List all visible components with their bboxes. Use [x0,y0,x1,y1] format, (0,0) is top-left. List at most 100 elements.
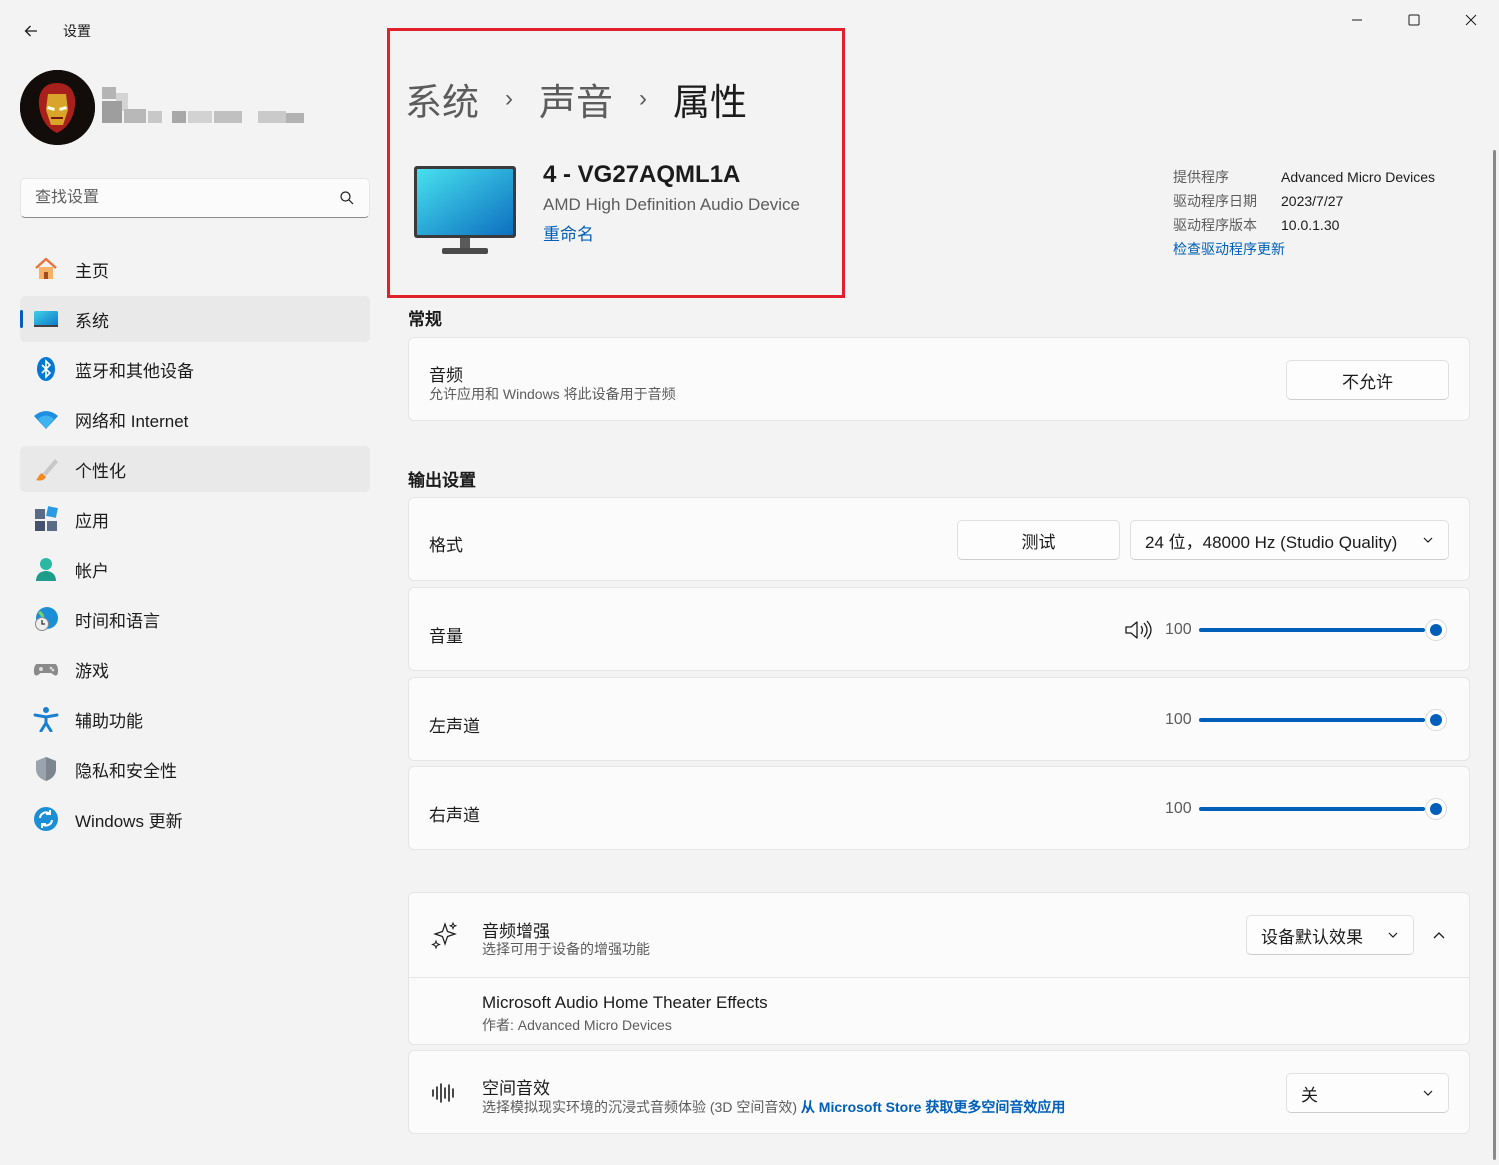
ms-store-spatial-link[interactable]: 从 Microsoft Store 获取更多空间音效应用 [801,1099,1065,1115]
enhance-dropdown-value: 设备默认效果 [1261,927,1363,947]
sidebar-item-label: 系统 [75,311,109,331]
sidebar-nav: 主页 系统 蓝牙和其他设备 网络和 Internet 个性化 应用 帐户 时间和… [20,246,370,846]
windows-update-icon [32,805,60,833]
speaker-icon[interactable] [1124,619,1152,641]
volume-value: 100 [1165,621,1192,638]
driver-provider-label: 提供程序 [1173,169,1229,185]
chevron-down-icon [1423,537,1433,543]
sidebar-item-label: 帐户 [75,561,109,581]
rename-link[interactable]: 重命名 [543,220,594,245]
disallow-button[interactable]: 不允许 [1286,360,1449,400]
format-dropdown-value: 24 位，48000 Hz (Studio Quality) [1145,532,1398,552]
chevron-up-icon[interactable] [1431,927,1447,943]
breadcrumb-sound[interactable]: 声音 [539,72,613,126]
sidebar-item-system[interactable]: 系统 [20,296,370,342]
enhance-dropdown[interactable]: 设备默认效果 [1246,915,1414,955]
sidebar-item-label: Windows 更新 [75,811,183,831]
slider-thumb[interactable] [1425,709,1447,731]
sidebar-item-label: 辅助功能 [75,711,143,731]
search-input[interactable] [35,189,339,207]
driver-date-label: 驱动程序日期 [1173,193,1257,209]
check-driver-update-link[interactable]: 检查驱动程序更新 [1173,239,1435,259]
sidebar-item-personalization[interactable]: 个性化 [20,446,370,492]
monitor-icon [414,166,516,254]
back-button[interactable] [14,14,48,48]
volume-label: 音量 [429,627,463,646]
chevron-down-icon [1423,1090,1433,1096]
sidebar-item-label: 个性化 [75,461,126,481]
accessibility-icon [32,705,60,733]
sidebar-item-label: 蓝牙和其他设备 [75,361,194,381]
slider-thumb[interactable] [1425,619,1447,641]
left-channel-slider[interactable] [1199,709,1449,731]
spatial-sound-subtitle: 选择模拟现实环境的沉浸式音频体验 (3D 空间音效) 从 Microsoft S… [482,1097,1065,1117]
gamepad-icon [32,655,60,683]
sidebar-item-apps[interactable]: 应用 [20,496,370,542]
sidebar-item-bluetooth[interactable]: 蓝牙和其他设备 [20,346,370,392]
volume-slider[interactable] [1199,619,1449,641]
section-general-title: 常规 [408,310,442,329]
system-display-icon [32,305,60,333]
close-button[interactable] [1442,0,1499,40]
breadcrumb: 系统 › 声音 › 属性 [405,72,747,126]
audio-enhance-card: 音频增强 选择可用于设备的增强功能 设备默认效果 Microsoft Audio… [408,892,1470,1045]
minimize-button[interactable] [1328,0,1385,40]
effect-name: Microsoft Audio Home Theater Effects [482,993,768,1012]
left-channel-label: 左声道 [429,717,480,736]
sidebar-item-privacy[interactable]: 隐私和安全性 [20,746,370,792]
sidebar-item-label: 隐私和安全性 [75,761,177,781]
breadcrumb-system[interactable]: 系统 [405,72,479,126]
sidebar-item-network[interactable]: 网络和 Internet [20,396,370,442]
search-icon[interactable] [339,190,355,206]
right-channel-label: 右声道 [429,806,480,825]
account-icon [32,555,60,583]
driver-version-value: 10.0.1.30 [1281,217,1340,233]
apps-icon [32,505,60,533]
spatial-sound-description: 选择模拟现实环境的沉浸式音频体验 (3D 空间音效) [482,1099,797,1115]
sidebar-item-gaming[interactable]: 游戏 [20,646,370,692]
format-label: 格式 [429,536,463,555]
sidebar-item-home[interactable]: 主页 [20,246,370,292]
maximize-button[interactable] [1385,0,1442,40]
sidebar-item-windows-update[interactable]: Windows 更新 [20,796,370,842]
format-card: 格式 测试 24 位，48000 Hz (Studio Quality) [408,497,1470,581]
device-description: AMD High Definition Audio Device [543,195,801,214]
chevron-right-icon: › [639,85,647,112]
sparkle-icon [431,921,458,949]
sidebar-item-accessibility[interactable]: 辅助功能 [20,696,370,742]
section-output-title: 输出设置 [408,471,476,490]
sidebar-item-label: 网络和 Internet [75,411,189,431]
spatial-sound-dropdown[interactable]: 关 [1286,1073,1449,1113]
wifi-icon [32,405,60,433]
right-channel-slider[interactable] [1199,798,1449,820]
slider-track [1199,628,1425,632]
format-dropdown[interactable]: 24 位，48000 Hz (Studio Quality) [1130,520,1449,560]
spatial-dropdown-value: 关 [1301,1085,1318,1105]
breadcrumb-current: 属性 [673,82,747,123]
chevron-down-icon [1388,932,1398,938]
driver-provider-value: Advanced Micro Devices [1281,169,1436,185]
search-box[interactable] [20,178,370,218]
chevron-right-icon: › [505,85,513,112]
sidebar-item-label: 主页 [75,261,109,281]
minimize-icon [1351,19,1362,21]
divider [409,977,1469,978]
audio-title: 音频 [429,366,463,385]
audio-subtitle: 允许应用和 Windows 将此设备用于音频 [429,386,676,402]
scrollbar[interactable] [1493,150,1496,1160]
sidebar-item-time-language[interactable]: 时间和语言 [20,596,370,642]
driver-date-value: 2023/7/27 [1281,193,1344,209]
avatar[interactable] [20,70,95,145]
effect-author: 作者: Advanced Micro Devices [482,1017,672,1033]
right-channel-value: 100 [1165,800,1192,817]
back-arrow-icon [24,25,37,37]
right-channel-card: 右声道 100 [408,766,1470,850]
audio-enhance-subtitle: 选择可用于设备的增强功能 [482,941,650,957]
left-channel-card: 左声道 100 [408,677,1470,761]
iron-man-avatar-icon [20,70,95,145]
test-button[interactable]: 测试 [957,520,1120,560]
account-name-blurred [102,87,332,127]
slider-thumb[interactable] [1425,798,1447,820]
sidebar-item-accounts[interactable]: 帐户 [20,546,370,592]
sidebar-item-label: 应用 [75,511,109,531]
